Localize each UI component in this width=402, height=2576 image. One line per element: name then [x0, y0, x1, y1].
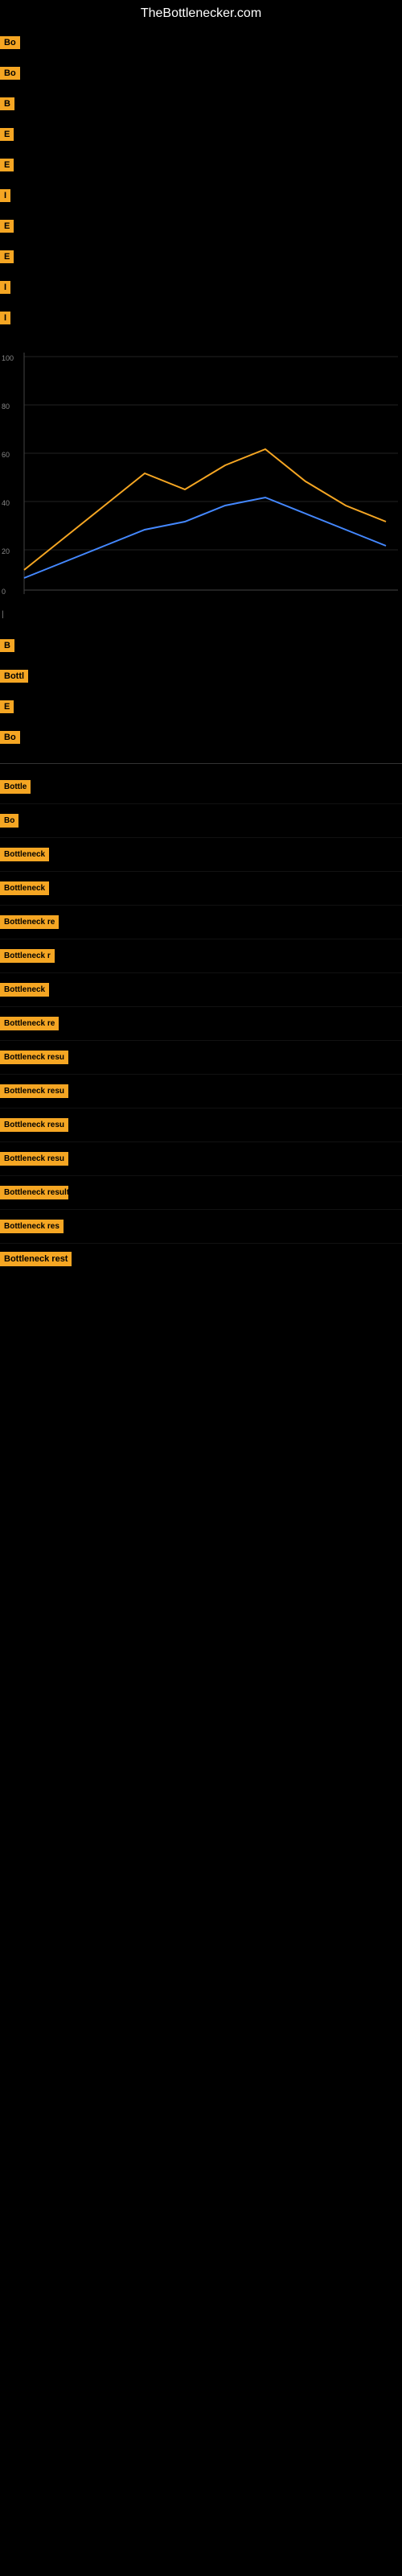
table-row: Bottleneck res [0, 1210, 402, 1244]
table-row: Bottleneck [0, 973, 402, 1007]
list-item: B [0, 89, 402, 119]
list-item: Bo [0, 27, 402, 58]
list-item: Bo [0, 722, 402, 753]
site-header: TheBottlenecker.com [0, 0, 402, 24]
list-item: E [0, 691, 402, 722]
svg-text:0: 0 [2, 588, 6, 596]
badge-4: E [0, 128, 14, 141]
table-row: Bottleneck r [0, 939, 402, 973]
badge-b1: B [0, 639, 14, 652]
result-badge-8: Bottleneck re [0, 1017, 59, 1030]
result-badge-3: Bottleneck [0, 848, 49, 861]
result-badge-14: Bottleneck res [0, 1220, 64, 1233]
table-row: Bottleneck resu [0, 1075, 402, 1108]
table-row: Bottleneck re [0, 906, 402, 939]
badge-b4: Bo [0, 731, 20, 744]
last-result-badge: Bottleneck rest [0, 1252, 72, 1266]
result-badge-13: Bottleneck result [0, 1186, 68, 1199]
table-row: Bottle [0, 770, 402, 804]
table-row: Bottleneck resu [0, 1108, 402, 1142]
list-item: E [0, 150, 402, 180]
table-row: Bottleneck result [0, 1176, 402, 1210]
badge-7: E [0, 220, 14, 233]
result-badge-6: Bottleneck r [0, 949, 55, 963]
table-row: Bottleneck [0, 872, 402, 906]
bottom-badge-section: B Bottl E Bo [0, 626, 402, 757]
site-title: TheBottlenecker.com [0, 0, 402, 24]
list-item: B [0, 630, 402, 661]
result-badge-1: Bottle [0, 780, 31, 794]
chart-svg: 100 80 60 40 20 0 [0, 345, 402, 602]
result-badge-12: Bottleneck resu [0, 1152, 68, 1166]
list-item: I [0, 180, 402, 211]
badge-9: I [0, 281, 10, 294]
list-item: E [0, 119, 402, 150]
svg-text:40: 40 [2, 499, 10, 507]
badge-6: I [0, 189, 10, 202]
last-badge-row: Bottleneck rest [0, 1252, 402, 1292]
badge-8: E [0, 250, 14, 263]
result-badge-9: Bottleneck resu [0, 1051, 68, 1064]
svg-text:20: 20 [2, 547, 10, 555]
list-item: E [0, 242, 402, 272]
result-badge-10: Bottleneck resu [0, 1084, 68, 1098]
table-row: Bottleneck resu [0, 1142, 402, 1176]
table-row: Bottleneck [0, 838, 402, 872]
chart-area: 100 80 60 40 20 0 [0, 345, 402, 602]
list-item: I [0, 303, 402, 333]
table-row: Bottleneck resu [0, 1041, 402, 1075]
divider [0, 763, 402, 764]
badge-2: Bo [0, 67, 20, 80]
badge-1: Bo [0, 36, 20, 49]
svg-text:80: 80 [2, 402, 10, 411]
result-section: Bottle Bo Bottleneck Bottleneck Bottlene… [0, 770, 402, 1244]
svg-text:100: 100 [2, 354, 14, 362]
badge-10: I [0, 312, 10, 324]
badge-3: B [0, 97, 14, 110]
result-badge-4: Bottleneck [0, 881, 49, 895]
result-badge-5: Bottleneck re [0, 915, 59, 929]
table-row: Bottleneck re [0, 1007, 402, 1041]
table-row: Bo [0, 804, 402, 838]
badge-b2: Bottl [0, 670, 28, 683]
list-item: Bottl [0, 661, 402, 691]
list-item: E [0, 211, 402, 242]
list-item: I [0, 272, 402, 303]
result-badge-7: Bottleneck [0, 983, 49, 997]
result-badge-2: Bo [0, 814, 18, 828]
result-badge-11: Bottleneck resu [0, 1118, 68, 1132]
list-item: Bo [0, 58, 402, 89]
chart-left-label: | [2, 610, 4, 619]
badge-5: E [0, 159, 14, 171]
svg-text:60: 60 [2, 451, 10, 459]
top-badge-section: Bo Bo B E E I E E I I [0, 24, 402, 336]
badge-b3: E [0, 700, 14, 713]
